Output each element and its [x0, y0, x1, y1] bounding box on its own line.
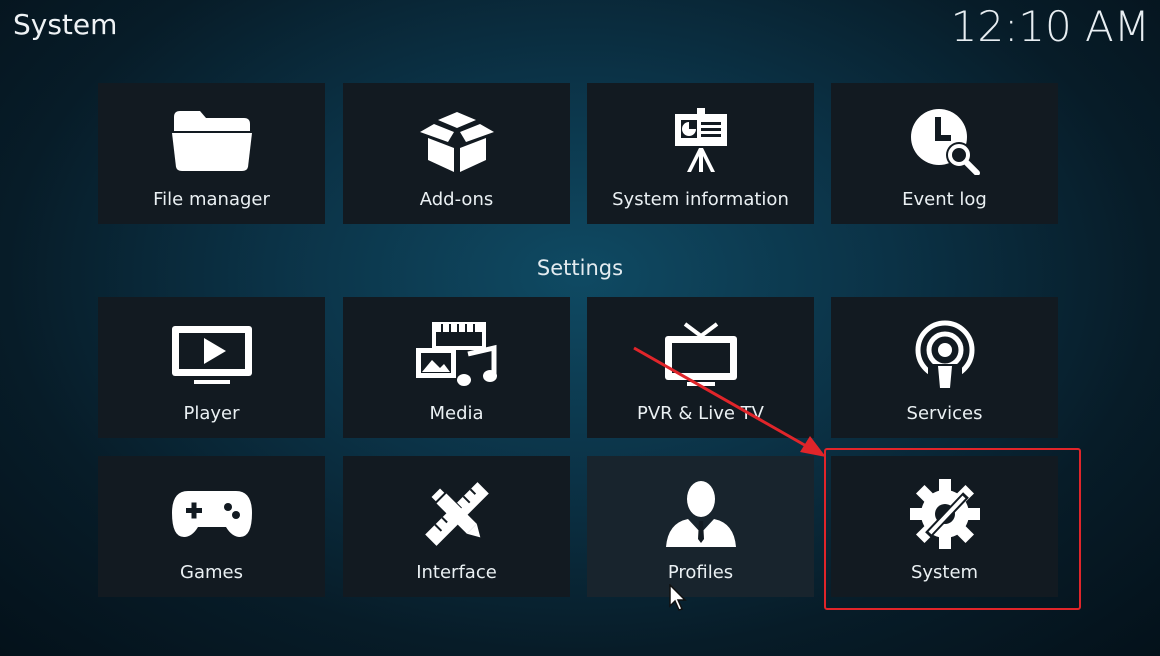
annotation-arrow	[633, 346, 826, 457]
mouse-cursor-icon	[669, 583, 689, 616]
